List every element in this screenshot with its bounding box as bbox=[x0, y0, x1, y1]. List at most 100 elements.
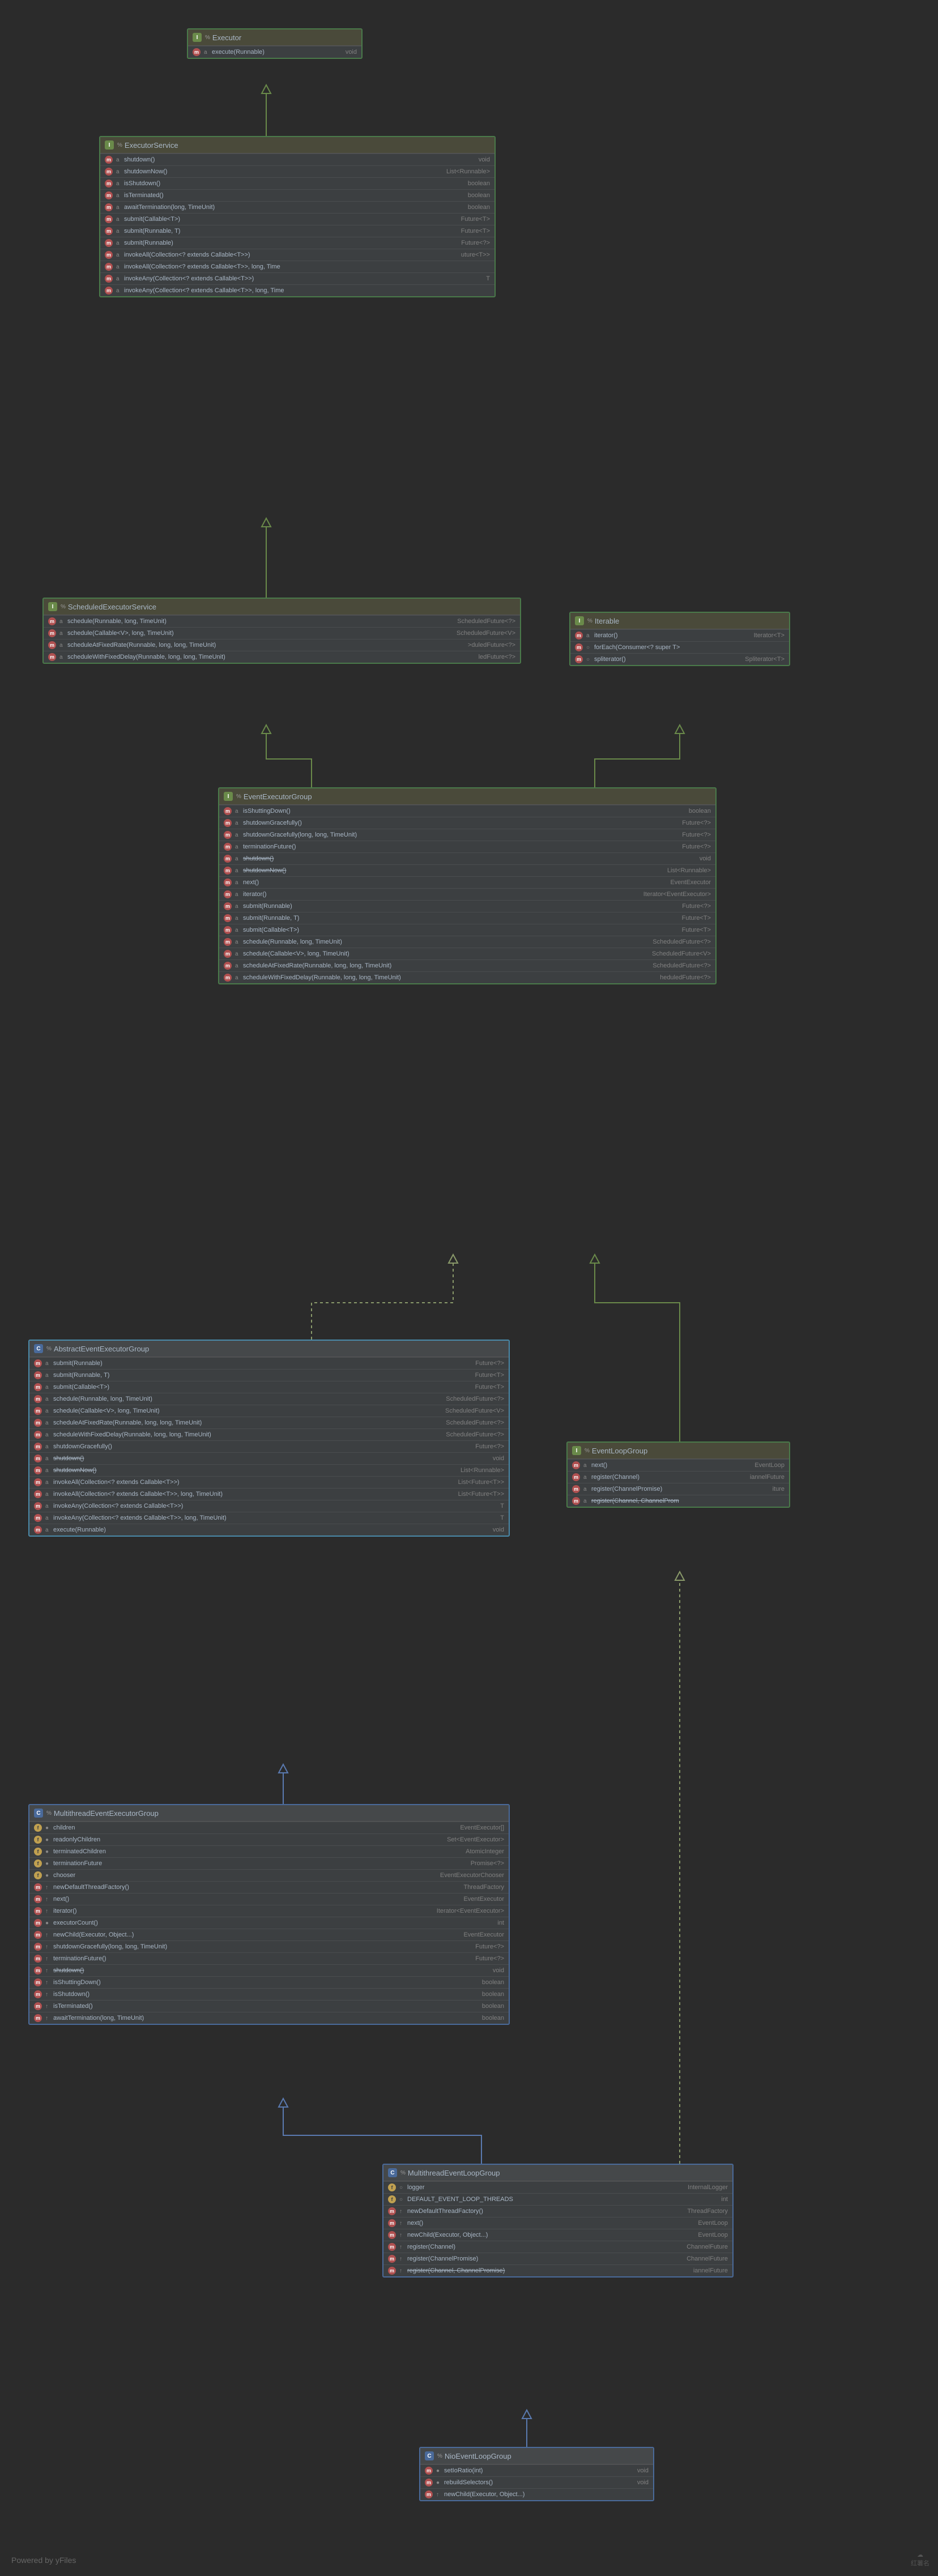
member-row[interactable]: masubmit(Runnable)Future<?> bbox=[100, 237, 494, 249]
member-row[interactable]: maregister(Channel)iannelFuture bbox=[568, 1471, 789, 1483]
class-header[interactable]: C%MultithreadEventExecutorGroup bbox=[29, 1805, 509, 1822]
member-row[interactable]: maschedule(Runnable, long, TimeUnit)Sche… bbox=[219, 936, 715, 948]
member-row[interactable]: masubmit(Runnable)Future<?> bbox=[219, 900, 715, 912]
member-row[interactable]: m↑register(ChannelPromise)ChannelFuture bbox=[383, 2253, 732, 2264]
member-row[interactable]: mainvokeAny(Collection<? extends Callabl… bbox=[29, 1512, 509, 1524]
member-row[interactable]: mainvokeAny(Collection<? extends Callabl… bbox=[29, 1500, 509, 1512]
member-row[interactable]: m↑terminationFuture()Future<?> bbox=[29, 1952, 509, 1964]
member-row[interactable]: mashutdownNow()List<Runnable> bbox=[100, 165, 494, 177]
member-row[interactable]: maisShutdown()boolean bbox=[100, 177, 494, 189]
member-row[interactable]: mainvokeAll(Collection<? extends Callabl… bbox=[29, 1476, 509, 1488]
class-executor[interactable]: I%Executormaexecute(Runnable)void bbox=[187, 28, 363, 59]
member-row[interactable]: maexecute(Runnable)void bbox=[188, 46, 361, 58]
member-row[interactable]: m●rebuildSelectors()void bbox=[420, 2476, 653, 2488]
member-row[interactable]: m↑next()EventLoop bbox=[383, 2217, 732, 2229]
class-header[interactable]: I%EventExecutorGroup bbox=[219, 788, 715, 805]
member-row[interactable]: masubmit(Runnable)Future<?> bbox=[29, 1357, 509, 1369]
member-row[interactable]: masubmit(Callable<T>)Future<T> bbox=[29, 1381, 509, 1393]
member-row[interactable]: mascheduleWithFixedDelay(Runnable, long,… bbox=[29, 1428, 509, 1440]
member-row[interactable]: m↑shutdown()void bbox=[29, 1964, 509, 1976]
member-row[interactable]: masubmit(Runnable, T)Future<T> bbox=[29, 1369, 509, 1381]
member-row[interactable]: m↑awaitTermination(long, TimeUnit)boolea… bbox=[29, 2012, 509, 2024]
class-iterable[interactable]: I%Iterablemaiterator()Iterator<T>m○forEa… bbox=[569, 612, 790, 666]
class-header[interactable]: C%AbstractEventExecutorGroup bbox=[29, 1341, 509, 1357]
class-multithread-event-loop-group[interactable]: C%MultithreadEventLoopGroupf○loggerInter… bbox=[382, 2164, 734, 2278]
member-row[interactable]: m○forEach(Consumer<? super T> bbox=[570, 641, 789, 653]
member-row[interactable]: m↑register(Channel)ChannelFuture bbox=[383, 2241, 732, 2253]
class-header[interactable]: C%NioEventLoopGroup bbox=[420, 2448, 653, 2464]
member-row[interactable]: mascheduleAtFixedRate(Runnable, long, lo… bbox=[219, 959, 715, 971]
member-row[interactable]: mainvokeAny(Collection<? extends Callabl… bbox=[100, 272, 494, 284]
member-row[interactable]: maschedule(Callable<V>, long, TimeUnit)S… bbox=[44, 627, 520, 639]
member-row[interactable]: m○spliterator()Spliterator<T> bbox=[570, 653, 789, 665]
member-row[interactable]: m↑newChild(Executor, Object...) bbox=[420, 2488, 653, 2500]
class-event-loop-group[interactable]: I%EventLoopGroupmanext()EventLoopmaregis… bbox=[566, 1441, 790, 1508]
member-row[interactable]: mascheduleWithFixedDelay(Runnable, long,… bbox=[44, 651, 520, 663]
member-row[interactable]: m●executorCount()int bbox=[29, 1917, 509, 1929]
member-row[interactable]: maregister(Channel, ChannelProm bbox=[568, 1495, 789, 1507]
member-row[interactable]: f●childrenEventExecutor[] bbox=[29, 1822, 509, 1833]
member-row[interactable]: maiterator()Iterator<T> bbox=[570, 629, 789, 641]
member-row[interactable]: m↑newChild(Executor, Object...)EventExec… bbox=[29, 1929, 509, 1940]
class-executor-service[interactable]: I%ExecutorServicemashutdown()voidmashutd… bbox=[99, 136, 496, 297]
member-row[interactable]: m↑iterator()Iterator<EventExecutor> bbox=[29, 1905, 509, 1917]
member-row[interactable]: mainvokeAll(Collection<? extends Callabl… bbox=[100, 249, 494, 261]
member-row[interactable]: mashutdown()void bbox=[29, 1452, 509, 1464]
class-header[interactable]: I%Iterable bbox=[570, 613, 789, 629]
member-row[interactable]: masubmit(Runnable, T)Future<T> bbox=[100, 225, 494, 237]
class-event-executor-group[interactable]: I%EventExecutorGroupmaisShuttingDown()bo… bbox=[218, 787, 717, 984]
member-row[interactable]: m↑newChild(Executor, Object...)EventLoop bbox=[383, 2229, 732, 2241]
member-row[interactable]: m↑newDefaultThreadFactory()ThreadFactory bbox=[29, 1881, 509, 1893]
member-row[interactable]: mashutdown()void bbox=[219, 852, 715, 864]
member-row[interactable]: mascheduleWithFixedDelay(Runnable, long,… bbox=[219, 971, 715, 983]
member-row[interactable]: f○loggerInternalLogger bbox=[383, 2181, 732, 2193]
member-row[interactable]: maawaitTermination(long, TimeUnit)boolea… bbox=[100, 201, 494, 213]
class-header[interactable]: I%EventLoopGroup bbox=[568, 1443, 789, 1459]
member-row[interactable]: maisTerminated()boolean bbox=[100, 189, 494, 201]
member-row[interactable]: f●chooserEventExecutorChooser bbox=[29, 1869, 509, 1881]
member-row[interactable]: maschedule(Callable<V>, long, TimeUnit)S… bbox=[219, 948, 715, 959]
member-row[interactable]: mascheduleAtFixedRate(Runnable, long, lo… bbox=[29, 1417, 509, 1428]
member-row[interactable]: mashutdownGracefully()Future<?> bbox=[29, 1440, 509, 1452]
member-row[interactable]: m↑isTerminated()boolean bbox=[29, 2000, 509, 2012]
member-row[interactable]: f●readonlyChildrenSet<EventExecutor> bbox=[29, 1833, 509, 1845]
member-row[interactable]: materminationFuture()Future<?> bbox=[219, 841, 715, 852]
class-header[interactable]: I%Executor bbox=[188, 29, 361, 46]
member-row[interactable]: masubmit(Callable<T>)Future<T> bbox=[100, 213, 494, 225]
member-row[interactable]: mashutdownNow()List<Runnable> bbox=[29, 1464, 509, 1476]
member-row[interactable]: mainvokeAny(Collection<? extends Callabl… bbox=[100, 284, 494, 296]
class-header[interactable]: I%ExecutorService bbox=[100, 137, 494, 153]
member-row[interactable]: maisShuttingDown()boolean bbox=[219, 805, 715, 817]
member-row[interactable]: manext()EventExecutor bbox=[219, 876, 715, 888]
member-row[interactable]: m↑next()EventExecutor bbox=[29, 1893, 509, 1905]
member-row[interactable]: f●terminatedChildrenAtomicInteger bbox=[29, 1845, 509, 1857]
member-row[interactable]: mainvokeAll(Collection<? extends Callabl… bbox=[100, 261, 494, 272]
member-row[interactable]: m↑newDefaultThreadFactory()ThreadFactory bbox=[383, 2205, 732, 2217]
member-row[interactable]: m↑isShutdown()boolean bbox=[29, 1988, 509, 2000]
member-row[interactable]: mashutdownNow()List<Runnable> bbox=[219, 864, 715, 876]
member-row[interactable]: maregister(ChannelPromise)iture bbox=[568, 1483, 789, 1495]
member-row[interactable]: maschedule(Runnable, long, TimeUnit)Sche… bbox=[44, 615, 520, 627]
member-row[interactable]: maiterator()Iterator<EventExecutor> bbox=[219, 888, 715, 900]
class-abstract-event-executor-group[interactable]: C%AbstractEventExecutorGroupmasubmit(Run… bbox=[28, 1340, 510, 1537]
class-scheduled-executor-service[interactable]: I%ScheduledExecutorServicemaschedule(Run… bbox=[42, 598, 521, 664]
class-nio-event-loop-group[interactable]: C%NioEventLoopGroupm●setIoRatio(int)void… bbox=[419, 2447, 654, 2501]
member-row[interactable]: mashutdown()void bbox=[100, 153, 494, 165]
member-row[interactable]: mainvokeAll(Collection<? extends Callabl… bbox=[29, 1488, 509, 1500]
class-multithread-event-executor-group[interactable]: C%MultithreadEventExecutorGroupf●childre… bbox=[28, 1804, 510, 2025]
member-row[interactable]: maschedule(Callable<V>, long, TimeUnit)S… bbox=[29, 1405, 509, 1417]
member-row[interactable]: manext()EventLoop bbox=[568, 1459, 789, 1471]
member-row[interactable]: m↑shutdownGracefully(long, long, TimeUni… bbox=[29, 1940, 509, 1952]
class-header[interactable]: C%MultithreadEventLoopGroup bbox=[383, 2165, 732, 2181]
member-row[interactable]: f●terminationFuturePromise<?> bbox=[29, 1857, 509, 1869]
class-header[interactable]: I%ScheduledExecutorService bbox=[44, 599, 520, 615]
member-row[interactable]: mascheduleAtFixedRate(Runnable, long, lo… bbox=[44, 639, 520, 651]
member-row[interactable]: mashutdownGracefully(long, long, TimeUni… bbox=[219, 829, 715, 841]
member-row[interactable]: maschedule(Runnable, long, TimeUnit)Sche… bbox=[29, 1393, 509, 1405]
member-row[interactable]: m●setIoRatio(int)void bbox=[420, 2464, 653, 2476]
member-row[interactable]: m↑isShuttingDown()boolean bbox=[29, 1976, 509, 1988]
member-row[interactable]: m↑register(Channel, ChannelPromise)ianne… bbox=[383, 2264, 732, 2276]
member-row[interactable]: masubmit(Callable<T>)Future<T> bbox=[219, 924, 715, 936]
member-row[interactable]: masubmit(Runnable, T)Future<T> bbox=[219, 912, 715, 924]
member-row[interactable]: f○DEFAULT_EVENT_LOOP_THREADSint bbox=[383, 2193, 732, 2205]
